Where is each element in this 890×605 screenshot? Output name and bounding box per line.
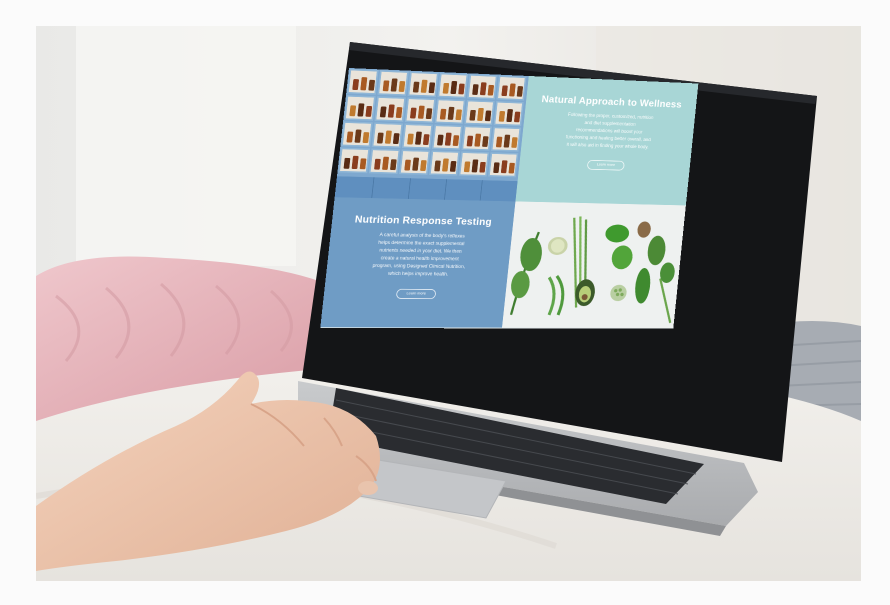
jar [404,159,411,171]
jar [422,134,430,146]
nutrition-panel: Nutrition Response Testing A careful ana… [320,197,516,328]
jar [374,158,381,170]
jar [346,131,354,143]
green-vegetables-image [502,201,686,329]
jar [382,80,390,92]
jar [376,132,384,144]
nutrition-description: A careful analysis of the body's reflexe… [372,232,466,278]
jar [360,158,368,170]
apothecary-shelves-image [334,68,529,202]
jar [493,162,500,174]
jar [479,161,486,173]
jar [392,133,400,145]
jar [428,82,436,94]
jar [368,79,376,91]
vegetables-illustration [502,201,686,329]
jar [407,133,414,145]
jar [442,82,450,94]
jar [398,81,406,92]
jar [365,105,373,117]
jar [434,160,441,172]
nutrition-learn-more-button[interactable]: Learn more [395,288,437,300]
jar [469,109,476,121]
jar [501,85,508,97]
wellness-panel: Natural Approach to Wellness Following t… [515,75,699,206]
jar [379,106,387,118]
jar [455,109,462,121]
nutrition-title: Nutrition Response Testing [354,213,493,228]
jar [511,137,518,148]
shelves-illustration [334,68,529,202]
laptop-screen: Natural Approach to Wellness Following t… [320,68,699,329]
jar [349,105,357,117]
jar [482,136,489,147]
jar [487,84,495,96]
jar [420,160,427,171]
jar [352,79,360,91]
laptop-photo: Natural Approach to Wellness Following t… [36,26,861,581]
jar [516,86,524,97]
jar [508,162,515,174]
wellness-description: Following the proper, customized, nutrit… [565,112,654,150]
jar [463,161,471,173]
jar [409,107,417,119]
jar [389,159,397,171]
jar [362,132,370,144]
jar [412,81,420,93]
jar [452,135,460,146]
jar [439,108,447,120]
jar [472,84,479,95]
wellness-learn-more-button[interactable]: Learn more [586,159,626,171]
jar [458,83,465,95]
wellness-title: Natural Approach to Wellness [541,93,683,110]
jar [513,111,521,123]
jar [449,161,457,172]
jar [466,135,474,147]
jar [484,110,492,122]
jar [498,111,506,122]
jar [425,108,433,120]
jar [395,107,403,118]
jar [495,136,503,148]
jar [436,134,444,146]
jar [343,157,351,169]
